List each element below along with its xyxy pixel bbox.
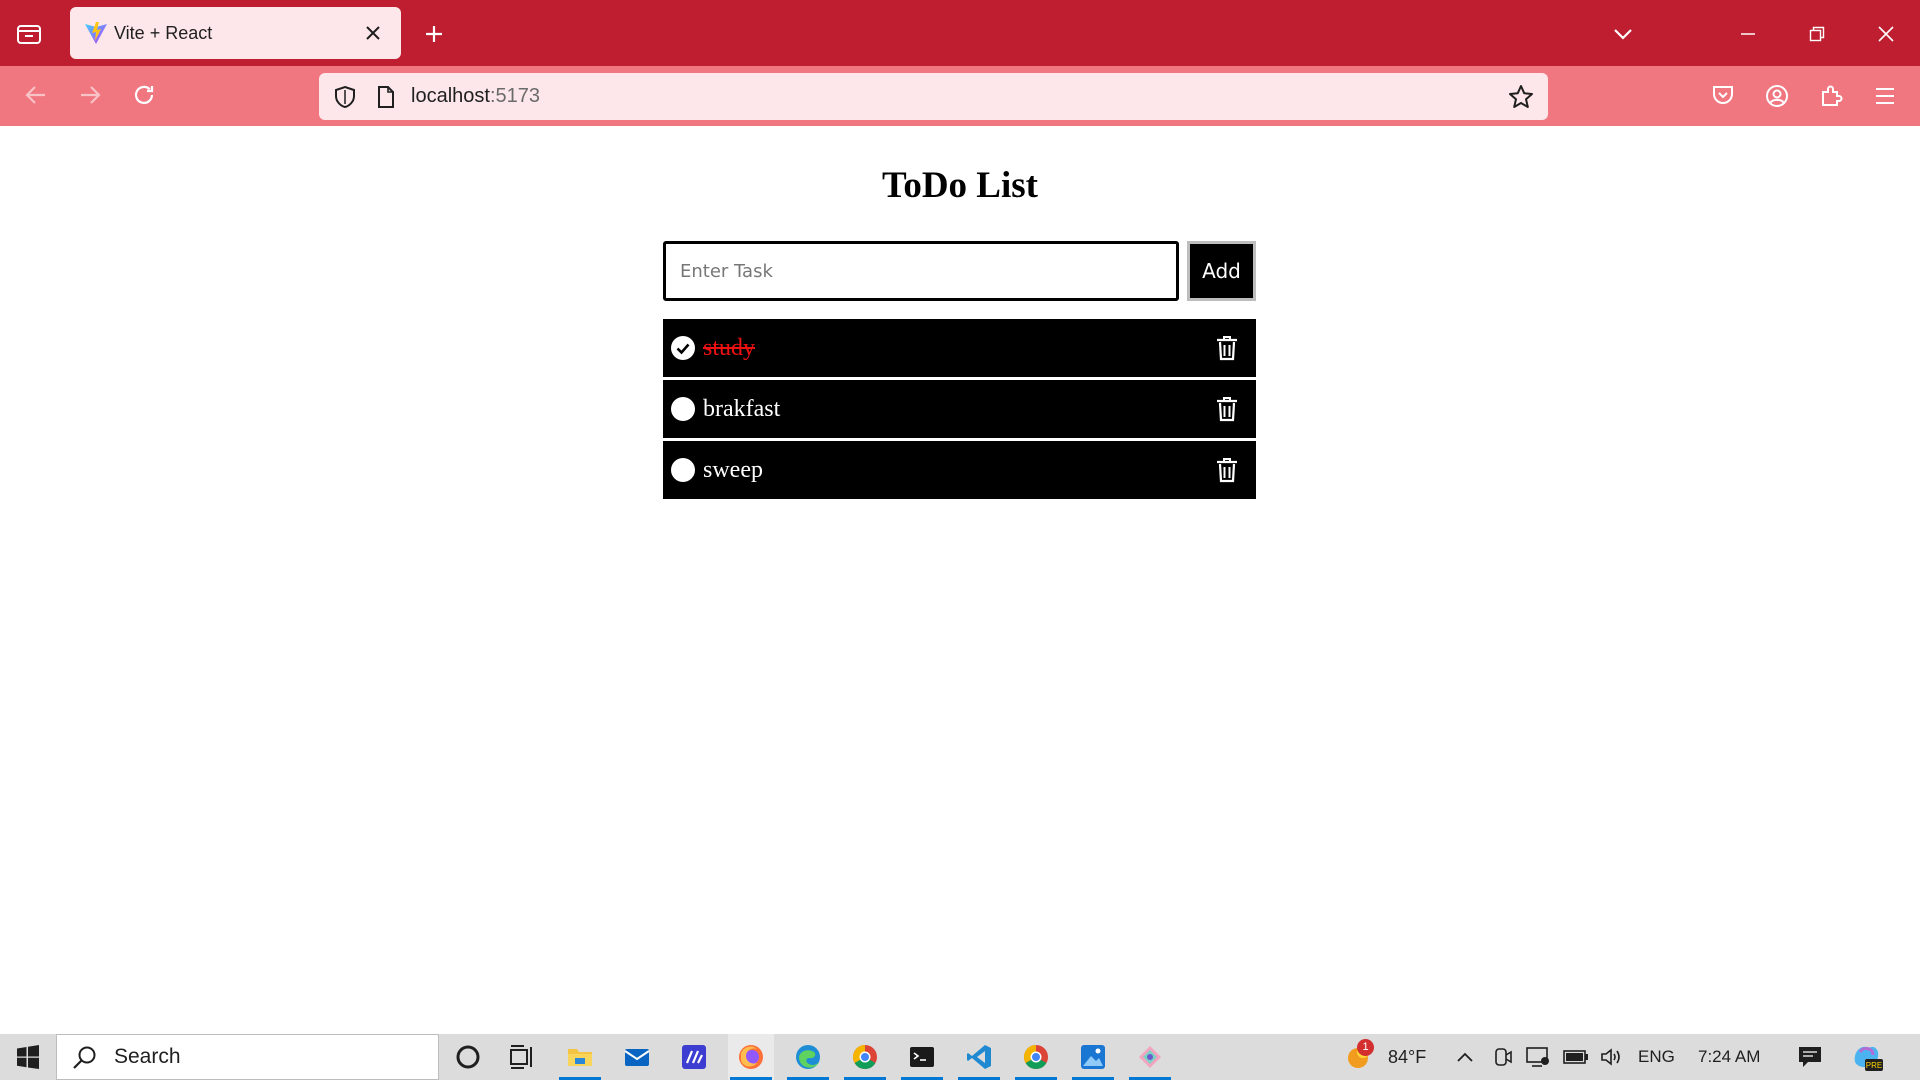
windows-taskbar: Search 1 84°F ENG 7:24 AM PRE (0, 1034, 1920, 1080)
browser-tab[interactable]: Vite + React (70, 7, 401, 59)
terminal-icon[interactable] (899, 1034, 945, 1080)
camera-icon[interactable] (1490, 1045, 1516, 1069)
url-host: localhost (411, 85, 490, 107)
input-language[interactable]: ENG (1638, 1034, 1675, 1080)
weather-temperature[interactable]: 84°F (1388, 1034, 1426, 1080)
trash-icon[interactable] (1213, 455, 1241, 485)
screen-sync-icon[interactable] (1524, 1045, 1552, 1069)
clock-time[interactable]: 7:24 AM (1698, 1034, 1760, 1080)
vscode-icon[interactable] (956, 1034, 1002, 1080)
checked-circle-icon[interactable] (671, 336, 695, 360)
search-icon (71, 1044, 99, 1072)
chevron-up-icon[interactable] (1452, 1045, 1478, 1069)
chrome-profile-icon[interactable] (1013, 1034, 1059, 1080)
forward-arrow-icon[interactable] (74, 79, 106, 111)
tab-list-icon[interactable] (14, 19, 44, 49)
unchecked-circle-icon[interactable] (671, 458, 695, 482)
taskbar-search-label: Search (114, 1045, 181, 1068)
notification-icon[interactable] (1795, 1043, 1825, 1071)
mail-icon[interactable] (614, 1034, 660, 1080)
windows-start-icon[interactable] (8, 1039, 48, 1075)
menu-hamburger-icon[interactable] (1869, 80, 1901, 112)
url-port: :5173 (489, 85, 540, 107)
address-bar[interactable]: localhost:5173 (319, 73, 1548, 120)
pocket-icon[interactable] (1707, 80, 1739, 112)
snipping-tool-icon[interactable] (1127, 1034, 1173, 1080)
volume-icon[interactable] (1598, 1045, 1626, 1069)
page-title: ToDo List (882, 165, 1038, 206)
todo-text[interactable]: brakfast (703, 380, 780, 438)
firefox-icon[interactable] (728, 1034, 774, 1080)
minimize-window-icon[interactable] (1728, 18, 1768, 50)
unchecked-circle-icon[interactable] (671, 397, 695, 421)
back-arrow-icon[interactable] (20, 79, 52, 111)
todo-item[interactable]: sweep (663, 441, 1256, 499)
file-explorer-icon[interactable] (557, 1034, 603, 1080)
tab-title: Vite + React (114, 23, 213, 43)
svg-text:PRE: PRE (1866, 1061, 1882, 1070)
shield-icon[interactable] (329, 81, 361, 113)
trash-icon[interactable] (1213, 333, 1241, 363)
page-info-icon[interactable] (371, 81, 401, 113)
browser-title-bar: Vite + React (0, 0, 1920, 66)
task-view-icon[interactable] (499, 1034, 545, 1080)
add-task-button[interactable]: Add (1187, 241, 1256, 301)
edge-icon[interactable] (785, 1034, 831, 1080)
restore-window-icon[interactable] (1797, 18, 1837, 50)
close-tab-icon[interactable] (358, 18, 388, 48)
bookmark-star-icon[interactable] (1505, 81, 1537, 113)
todo-text[interactable]: sweep (703, 441, 763, 499)
vite-logo-icon (84, 21, 108, 45)
battery-icon[interactable] (1562, 1045, 1590, 1069)
extensions-puzzle-icon[interactable] (1815, 80, 1847, 112)
weather-badge: 1 (1357, 1039, 1374, 1056)
chrome-icon[interactable] (842, 1034, 888, 1080)
cortana-circle-icon[interactable] (445, 1034, 491, 1080)
reload-icon[interactable] (128, 79, 160, 111)
close-window-icon[interactable] (1866, 18, 1906, 50)
new-tab-icon[interactable] (418, 18, 450, 50)
task-input[interactable] (663, 241, 1179, 301)
todo-item[interactable]: study (663, 319, 1256, 377)
app-purple-icon[interactable] (671, 1034, 717, 1080)
trash-icon[interactable] (1213, 394, 1241, 424)
photos-icon[interactable] (1070, 1034, 1116, 1080)
taskbar-search-box[interactable]: Search (56, 1034, 439, 1080)
account-icon[interactable] (1761, 80, 1793, 112)
copilot-pre-icon[interactable]: PRE (1850, 1041, 1884, 1073)
todo-item[interactable]: brakfast (663, 380, 1256, 438)
page-content: ToDo List Add study brakfast sweep (0, 126, 1920, 1034)
list-all-tabs-chevron-icon[interactable] (1607, 18, 1639, 50)
url-text[interactable]: localhost:5173 (411, 73, 540, 120)
todo-text[interactable]: study (703, 319, 755, 377)
